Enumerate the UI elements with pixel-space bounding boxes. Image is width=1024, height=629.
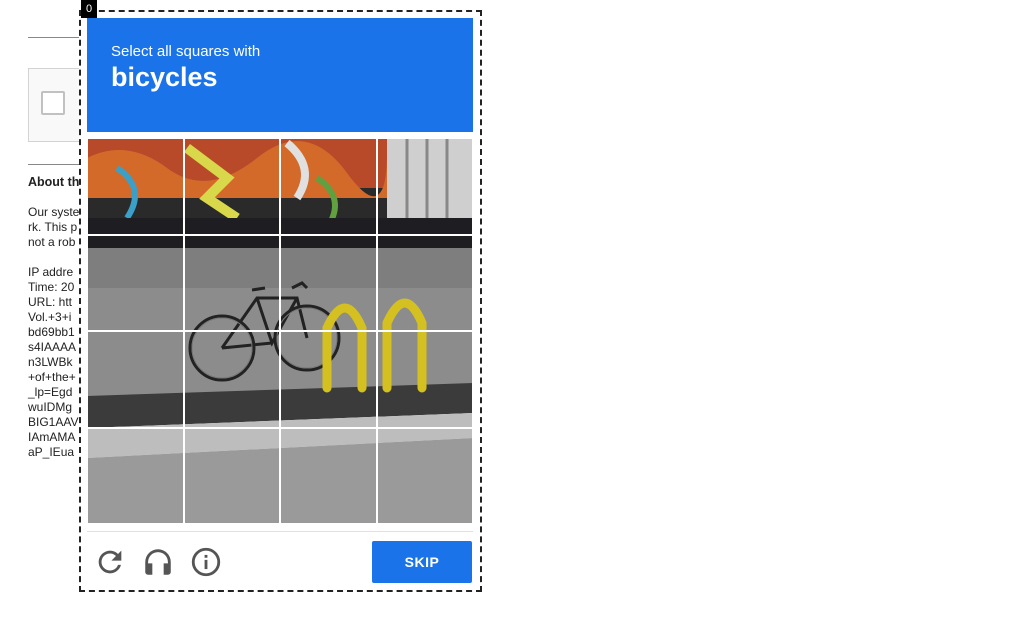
image-tile[interactable]: [376, 427, 473, 524]
image-tile[interactable]: [280, 234, 377, 331]
about-text-line: +of+the+: [28, 370, 76, 384]
about-text-line: bd69bb1: [28, 325, 75, 339]
challenge-instruction: Select all squares with: [111, 43, 261, 60]
footer-divider: [87, 531, 473, 532]
image-tile[interactable]: [87, 331, 184, 428]
about-text-line: Our syste: [28, 205, 80, 219]
image-tile[interactable]: [280, 331, 377, 428]
about-text-line: not a rob: [28, 235, 76, 249]
about-text-line: n3LWBk: [28, 355, 73, 369]
image-tile[interactable]: [280, 427, 377, 524]
tile-counter: 0: [81, 0, 97, 18]
image-tile[interactable]: [280, 138, 377, 235]
about-text-line: s4IAAAA: [28, 340, 77, 354]
about-text-line: _lp=Egd: [28, 385, 73, 399]
audio-icon[interactable]: [141, 545, 175, 579]
about-text-line: URL: htt: [28, 295, 73, 309]
page: About th Our syste rk. This p not a rob IP…: [0, 0, 1024, 629]
challenge-target: bicycles: [111, 62, 218, 92]
image-tile[interactable]: [183, 331, 280, 428]
image-tile[interactable]: [376, 234, 473, 331]
image-tile[interactable]: [376, 331, 473, 428]
info-icon[interactable]: [189, 545, 223, 579]
reload-icon[interactable]: [93, 545, 127, 579]
about-text-line: Vol.+3+i: [28, 310, 72, 324]
image-grid: [87, 138, 473, 524]
tile-grid: [87, 138, 473, 524]
image-tile[interactable]: [183, 138, 280, 235]
image-tile[interactable]: [87, 138, 184, 235]
about-text-line: rk. This p: [28, 220, 78, 234]
about-text-line: IAmAMA: [28, 430, 76, 444]
skip-button[interactable]: SKIP: [372, 541, 472, 583]
recaptcha-checkbox[interactable]: [41, 91, 65, 115]
image-tile[interactable]: [87, 234, 184, 331]
about-text-line: Time: 20: [28, 280, 75, 294]
about-text: Our syste rk. This p not a rob IP addre Tim…: [28, 205, 79, 460]
about-text-line: IP addre: [28, 265, 74, 279]
about-text-line: wuIDMg: [28, 400, 73, 414]
image-tile[interactable]: [183, 234, 280, 331]
about-text-line: BIG1AAV: [28, 415, 79, 429]
image-tile[interactable]: [87, 427, 184, 524]
image-tile[interactable]: [376, 138, 473, 235]
about-heading: About th: [28, 175, 80, 189]
challenge-header: Select all squares with bicycles: [87, 18, 473, 132]
about-text-line: [28, 250, 79, 265]
about-text-line: aP_IEua: [28, 445, 75, 459]
image-tile[interactable]: [183, 427, 280, 524]
